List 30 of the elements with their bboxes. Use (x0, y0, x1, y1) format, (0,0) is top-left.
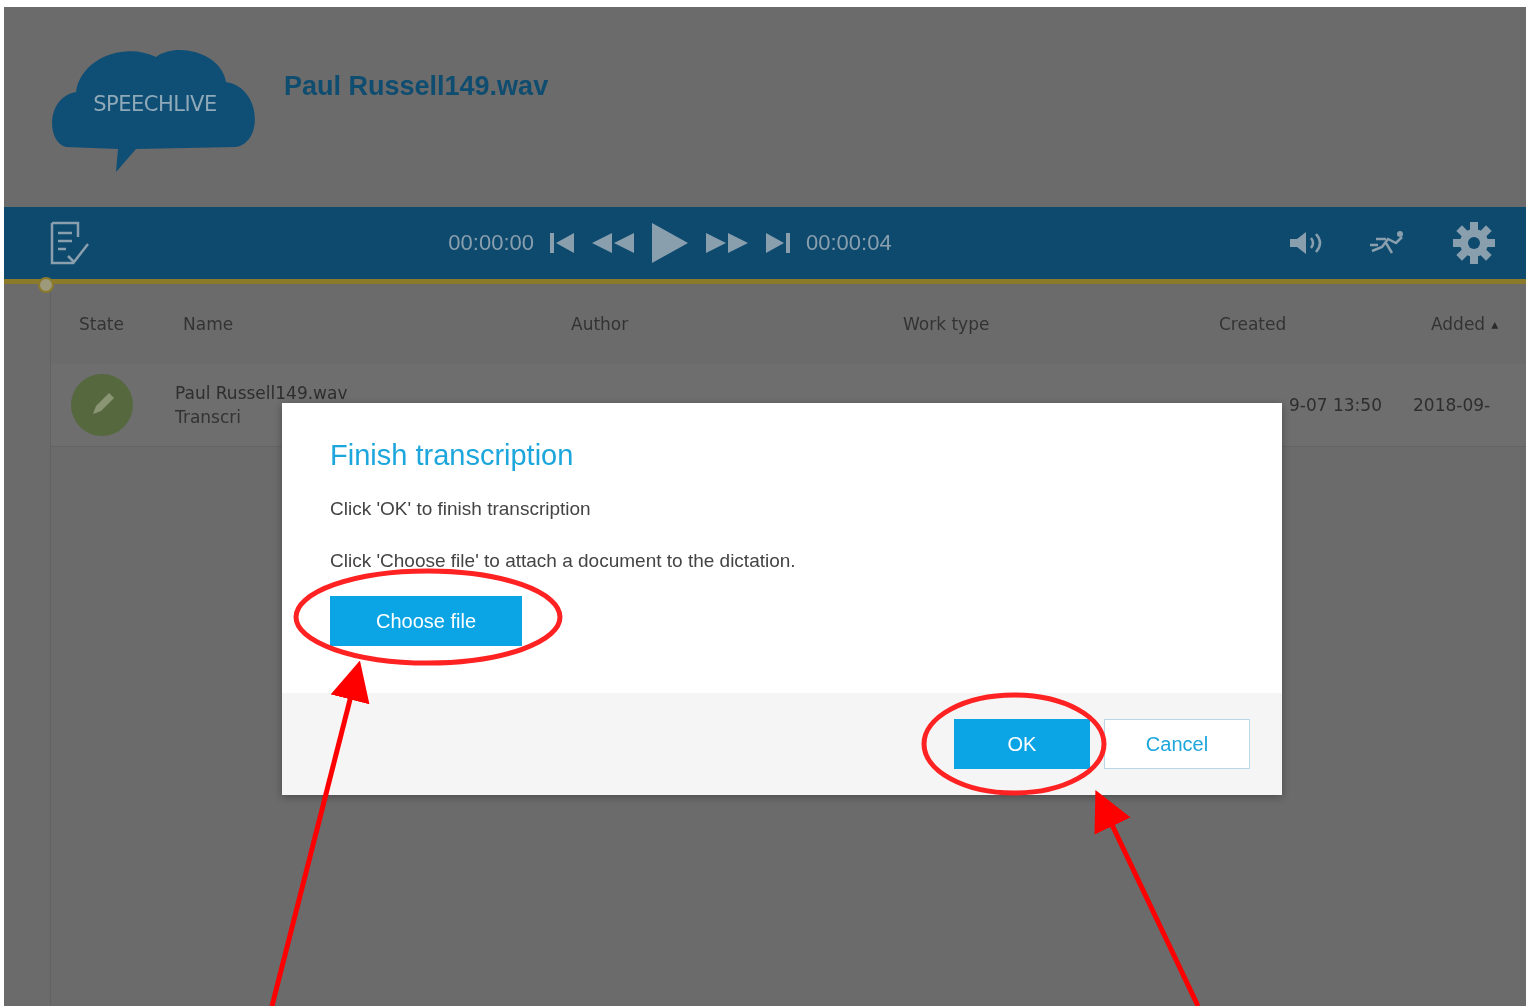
file-title: Paul Russell149.wav (284, 70, 549, 102)
playback-thumb[interactable] (38, 277, 54, 293)
added-date: 2018-09- (1413, 395, 1492, 415)
skip-back-icon[interactable] (548, 231, 576, 255)
sort-indicator: ▴ (1491, 316, 1499, 332)
dialog-message: Click 'OK' to finish transcription (330, 498, 592, 520)
elapsed-time: 00:00:00 (448, 230, 534, 256)
playback-track[interactable] (4, 279, 1526, 293)
settings-icon[interactable] (1452, 221, 1496, 265)
play-icon[interactable] (650, 221, 690, 265)
column-header[interactable]: Name (183, 314, 571, 334)
column-header[interactable]: Created (1219, 314, 1431, 334)
total-time: 00:00:04 (806, 230, 892, 256)
column-header[interactable]: State (79, 314, 183, 334)
choose-file-button[interactable]: Choose file (330, 596, 522, 646)
file-name: Paul Russell149.wav (175, 383, 349, 403)
column-header[interactable]: Work type (903, 314, 1219, 334)
dialog-title: Finish transcription (330, 439, 575, 472)
dialog-message: Click 'Choose file' to attach a document to the dictation. (330, 550, 797, 572)
cancel-button[interactable]: Cancel (1104, 719, 1250, 769)
column-header[interactable]: Added ▴ (1431, 314, 1526, 334)
status-text: Transcri (175, 407, 242, 427)
skip-forward-icon[interactable] (764, 231, 792, 255)
column-header[interactable]: Author (571, 314, 903, 334)
created-date: 9-07 13:50 (1289, 395, 1383, 415)
document-check-icon[interactable] (48, 220, 92, 266)
speaker-icon[interactable] (1288, 230, 1324, 256)
rewind-icon[interactable] (590, 231, 636, 255)
ok-button[interactable]: OK (954, 719, 1090, 769)
fast-forward-icon[interactable] (704, 231, 750, 255)
